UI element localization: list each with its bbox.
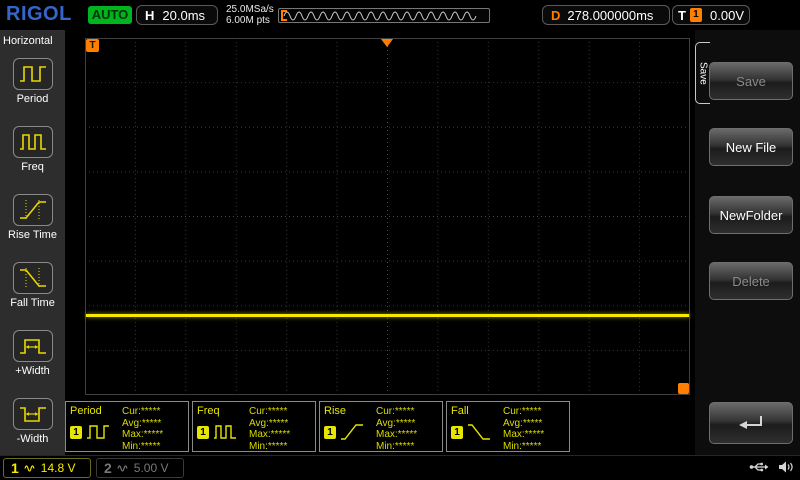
save-menu: Save Save New File NewFolder Delete bbox=[695, 30, 800, 455]
memory-depth: 6.00M pts bbox=[226, 15, 270, 26]
measurement-min: Min:***** bbox=[122, 440, 161, 452]
measurement-cur: Cur:***** bbox=[376, 406, 415, 417]
sidebar-item-label: Period bbox=[16, 93, 49, 105]
measurement-max: Max:***** bbox=[249, 429, 291, 440]
freq-icon bbox=[214, 425, 236, 439]
trigger-label: T bbox=[678, 7, 686, 23]
plus-width-icon bbox=[12, 330, 53, 362]
trigger-corner-marker: T bbox=[86, 39, 99, 52]
measurement-max: Max:***** bbox=[503, 429, 545, 440]
sidebar-item-label: Freq bbox=[21, 161, 44, 173]
save-button[interactable]: Save bbox=[709, 62, 793, 100]
status-bar: 1 14.8 V 2 5.00 V bbox=[0, 455, 800, 480]
coupling-icon bbox=[24, 464, 35, 472]
measurement-name: Fall bbox=[451, 405, 469, 417]
fall-time-icon bbox=[12, 262, 53, 294]
measurement-name: Rise bbox=[324, 405, 347, 417]
channel-1-status[interactable]: 1 14.8 V bbox=[3, 458, 91, 478]
acquisition-readout: 25.0MSa/s 6.00M pts bbox=[226, 4, 274, 26]
delay-value: 278.000000ms bbox=[567, 7, 654, 23]
channel-badge: 1 bbox=[451, 425, 463, 439]
trigger-readout: T 1 0.00V bbox=[672, 5, 750, 25]
sidebar-item-label: Rise Time bbox=[8, 229, 57, 241]
measurement-max: Max:***** bbox=[376, 429, 418, 440]
memory-position-indicator bbox=[278, 8, 490, 23]
horizontal-measure-sidebar: Horizontal Period Freq Rise Time Fall Ti… bbox=[0, 30, 65, 455]
return-icon bbox=[739, 416, 762, 429]
trigger-position-marker bbox=[381, 39, 393, 47]
horizontal-label: H bbox=[145, 7, 155, 23]
usb-icon bbox=[749, 462, 769, 472]
period-icon bbox=[12, 58, 53, 90]
channel-number: 2 bbox=[104, 460, 112, 476]
sample-rate: 25.0MSa/s bbox=[226, 4, 274, 15]
measurement-name: Period bbox=[70, 405, 102, 417]
channel-number: 1 bbox=[11, 460, 19, 476]
speaker-icon bbox=[779, 461, 793, 473]
timebase-value: 20.0ms bbox=[162, 7, 206, 23]
delay-edge-marker bbox=[678, 383, 689, 394]
measurement-avg: Avg:***** bbox=[122, 417, 162, 429]
measurement-cur: Cur:***** bbox=[503, 406, 542, 417]
channel-1-trace bbox=[86, 314, 689, 317]
rigol-logo: RIGOL bbox=[6, 3, 72, 25]
sidebar-item-fall-time[interactable]: Fall Time bbox=[0, 262, 65, 309]
measurement-name: Freq bbox=[197, 405, 220, 417]
sidebar-item-label: -Width bbox=[16, 433, 49, 445]
measurement-min: Min:***** bbox=[503, 440, 542, 452]
measurement-avg: Avg:***** bbox=[249, 417, 289, 429]
measurement-panel-period: Period 1 Cur:***** Avg:***** Max:***** M… bbox=[65, 401, 189, 452]
menu-tab-label: Save bbox=[697, 61, 709, 85]
memory-waveform-icon bbox=[281, 10, 477, 21]
new-folder-button[interactable]: NewFolder bbox=[709, 196, 793, 234]
measurement-panel-freq: Freq 1 Cur:***** Avg:***** Max:***** Min… bbox=[192, 401, 316, 452]
channel-badge: 1 bbox=[70, 425, 82, 439]
new-file-button[interactable]: New File bbox=[709, 128, 793, 166]
measurement-min: Min:***** bbox=[376, 440, 415, 452]
sidebar-item-plus-width[interactable]: +Width bbox=[0, 330, 65, 377]
measurement-avg: Avg:***** bbox=[503, 417, 543, 429]
waveform-display: T bbox=[85, 38, 690, 395]
oscilloscope-screen: RIGOL AUTO H 20.0ms 25.0MSa/s 6.00M pts … bbox=[0, 0, 800, 480]
rise-time-icon bbox=[341, 424, 363, 440]
run-status-badge: AUTO bbox=[88, 6, 132, 24]
freq-icon bbox=[12, 126, 53, 158]
delete-button[interactable]: Delete bbox=[709, 262, 793, 300]
measurement-cur: Cur:***** bbox=[122, 406, 161, 417]
sidebar-item-label: +Width bbox=[15, 365, 50, 377]
channel-2-status[interactable]: 2 5.00 V bbox=[96, 458, 184, 478]
channel-badge: 1 bbox=[324, 425, 336, 439]
channel-badge: 1 bbox=[197, 425, 209, 439]
graticule bbox=[85, 38, 690, 395]
channel-scale: 14.8 V bbox=[40, 461, 76, 475]
sidebar-item-freq[interactable]: Freq bbox=[0, 126, 65, 173]
rise-time-icon bbox=[12, 194, 53, 226]
measurement-cur: Cur:***** bbox=[249, 406, 288, 417]
sidebar-item-rise-time[interactable]: Rise Time bbox=[0, 194, 65, 241]
channel-scale: 5.00 V bbox=[133, 461, 169, 475]
measurement-panel-fall: Fall 1 Cur:***** Avg:***** Max:***** Min… bbox=[446, 401, 570, 452]
timebase-readout: H 20.0ms bbox=[136, 5, 218, 25]
measurement-max: Max:***** bbox=[122, 429, 164, 440]
coupling-icon bbox=[117, 464, 128, 472]
sidebar-item-period[interactable]: Period bbox=[0, 58, 65, 105]
period-icon bbox=[87, 425, 109, 439]
minus-width-icon bbox=[12, 398, 53, 430]
delay-label: D bbox=[551, 7, 561, 23]
trigger-source-badge: 1 bbox=[689, 8, 702, 22]
measurement-panel-rise: Rise 1 Cur:***** Avg:***** Max:***** Min… bbox=[319, 401, 443, 452]
trigger-level-value: 0.00V bbox=[710, 7, 744, 23]
top-bar: RIGOL AUTO H 20.0ms 25.0MSa/s 6.00M pts … bbox=[0, 0, 800, 30]
measurement-row: Period 1 Cur:***** Avg:***** Max:***** M… bbox=[65, 401, 570, 452]
delay-readout: D 278.000000ms bbox=[542, 5, 670, 25]
measurement-avg: Avg:***** bbox=[376, 417, 416, 429]
measurement-min: Min:***** bbox=[249, 440, 288, 452]
sidebar-item-minus-width[interactable]: -Width bbox=[0, 398, 65, 445]
back-button[interactable] bbox=[709, 402, 793, 444]
sidebar-title: Horizontal bbox=[3, 35, 53, 47]
sidebar-item-label: Fall Time bbox=[10, 297, 55, 309]
fall-time-icon bbox=[468, 424, 490, 440]
menu-tab: Save bbox=[695, 42, 710, 104]
